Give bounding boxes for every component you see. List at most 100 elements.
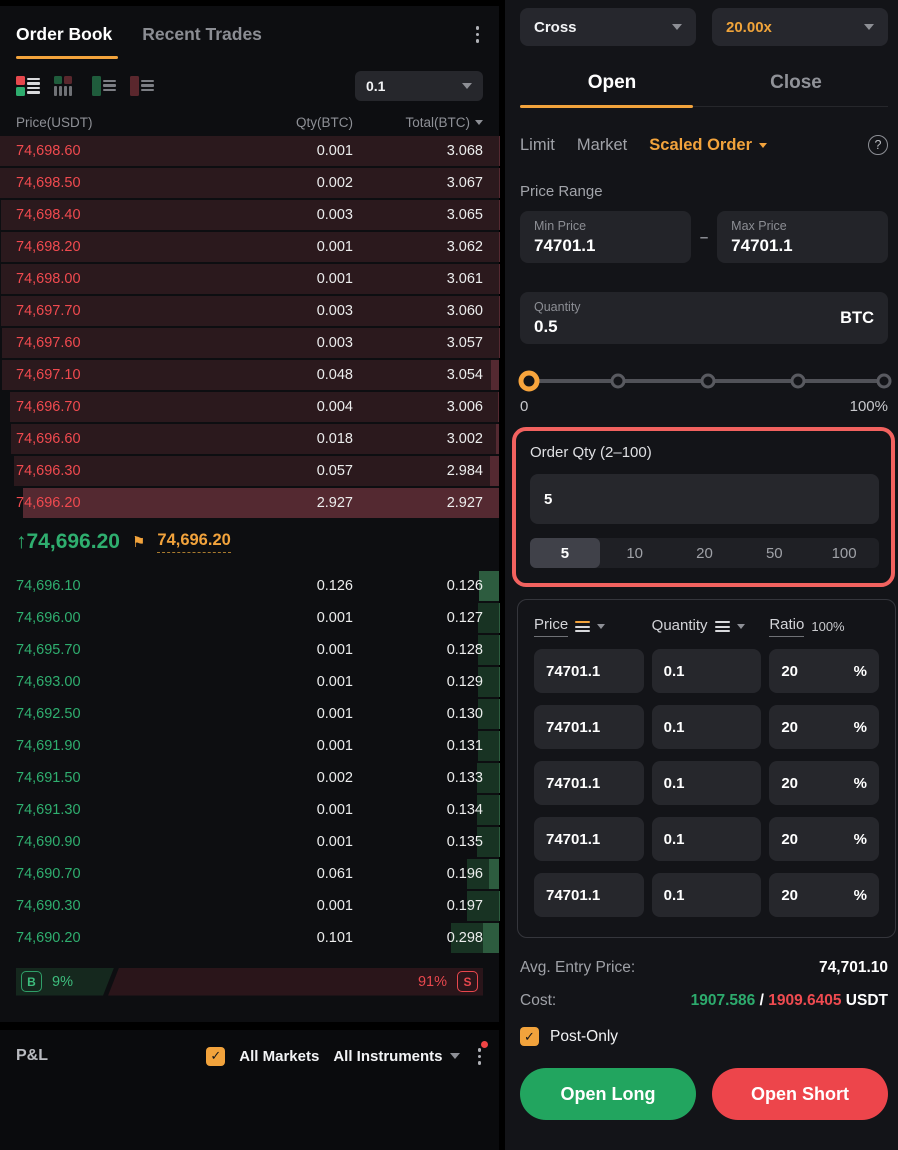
- scaled-price-input[interactable]: 74701.1: [534, 761, 644, 805]
- total-column-header[interactable]: Total(BTC): [353, 115, 483, 130]
- ask-row[interactable]: 74,696.60 0.018 3.002: [0, 423, 499, 455]
- last-price: ↑74,696.20: [16, 530, 120, 554]
- order-qty-preset[interactable]: 100: [809, 538, 879, 568]
- bid-row[interactable]: 74,691.50 0.002 0.133: [0, 762, 499, 794]
- post-only-checkbox[interactable]: ✓: [520, 1027, 539, 1046]
- order-type-market[interactable]: Market: [577, 136, 627, 155]
- margin-mode-select[interactable]: Cross: [520, 8, 696, 46]
- view-bids-only-icon[interactable]: [92, 76, 118, 96]
- ask-row[interactable]: 74,698.50 0.002 3.067: [0, 167, 499, 199]
- order-book-panel: Order Book Recent Trades: [0, 6, 499, 1022]
- ask-qty: 0.003: [166, 207, 353, 223]
- ask-row[interactable]: 74,698.60 0.001 3.068: [0, 135, 499, 167]
- scaled-ratio-input[interactable]: 20 %: [769, 649, 879, 693]
- ask-row[interactable]: 74,698.00 0.001 3.061: [0, 263, 499, 295]
- scaled-order-row: 74701.1 0.1 20 %: [534, 761, 879, 805]
- order-type-row: Limit Market Scaled Order ?: [520, 135, 888, 155]
- scaled-ratio-input[interactable]: 20 %: [769, 873, 879, 917]
- quantity-header-cell[interactable]: Quantity: [652, 617, 762, 637]
- slider-stop-50[interactable]: [700, 374, 715, 389]
- tab-recent-trades[interactable]: Recent Trades: [142, 24, 262, 45]
- bid-row[interactable]: 74,691.90 0.001 0.131: [0, 730, 499, 762]
- bid-row[interactable]: 74,690.30 0.001 0.197: [0, 890, 499, 922]
- bid-row[interactable]: 74,696.00 0.001 0.127: [0, 602, 499, 634]
- ask-row[interactable]: 74,696.70 0.004 3.006: [0, 391, 499, 423]
- view-depth-columns-icon[interactable]: [54, 76, 80, 96]
- tab-open[interactable]: Open: [520, 72, 704, 94]
- cost-long-value: 1907.586: [691, 992, 756, 1009]
- bid-row[interactable]: 74,690.90 0.001 0.135: [0, 826, 499, 858]
- all-markets-checkbox[interactable]: ✓: [206, 1047, 225, 1066]
- tab-close[interactable]: Close: [704, 72, 888, 94]
- order-qty-preset[interactable]: 10: [600, 538, 670, 568]
- order-qty-input[interactable]: 5: [530, 474, 879, 524]
- help-icon[interactable]: ?: [868, 135, 888, 155]
- mark-price[interactable]: 74,696.20: [157, 531, 230, 553]
- max-price-input[interactable]: Max Price 74701.1: [717, 211, 888, 263]
- bid-row[interactable]: 74,691.30 0.001 0.134: [0, 794, 499, 826]
- bid-row[interactable]: 74,693.00 0.001 0.129: [0, 666, 499, 698]
- tab-order-book[interactable]: Order Book: [16, 24, 112, 45]
- ask-qty: 0.004: [166, 399, 353, 415]
- scaled-price-input[interactable]: 74701.1: [534, 817, 644, 861]
- ask-row[interactable]: 74,697.10 0.048 3.054: [0, 359, 499, 391]
- leverage-select[interactable]: 20.00x: [712, 8, 888, 46]
- ask-price: 74,698.50: [16, 175, 166, 191]
- slider-stop-100[interactable]: [877, 374, 892, 389]
- cost-row: Cost: 1907.586 / 1909.6405 USDT: [520, 992, 888, 1010]
- bid-row[interactable]: 74,695.70 0.001 0.128: [0, 634, 499, 666]
- ask-total: 2.927: [353, 495, 483, 511]
- scaled-qty-input[interactable]: 0.1: [652, 649, 762, 693]
- bid-qty: 0.001: [166, 610, 353, 626]
- scaled-ratio-input[interactable]: 20 %: [769, 817, 879, 861]
- scaled-price-input[interactable]: 74701.1: [534, 649, 644, 693]
- quantity-slider[interactable]: [520, 370, 888, 392]
- scaled-qty-input[interactable]: 0.1: [652, 817, 762, 861]
- slider-handle[interactable]: [519, 371, 540, 392]
- bid-row[interactable]: 74,690.70 0.061 0.196: [0, 858, 499, 890]
- sell-badge: S: [457, 971, 478, 992]
- ask-row[interactable]: 74,698.40 0.003 3.065: [0, 199, 499, 231]
- tick-size-select[interactable]: 0.1: [355, 71, 483, 101]
- bid-total: 0.135: [353, 834, 483, 850]
- ask-row[interactable]: 74,698.20 0.001 3.062: [0, 231, 499, 263]
- open-long-button[interactable]: Open Long: [520, 1068, 696, 1120]
- scaled-qty-input[interactable]: 0.1: [652, 873, 762, 917]
- scaled-price-input[interactable]: 74701.1: [534, 705, 644, 749]
- order-type-limit[interactable]: Limit: [520, 136, 555, 155]
- order-type-scaled[interactable]: Scaled Order: [649, 136, 767, 155]
- view-asks-only-icon[interactable]: [130, 76, 156, 96]
- ask-row[interactable]: 74,696.30 0.057 2.984: [0, 455, 499, 487]
- slider-stop-75[interactable]: [790, 374, 805, 389]
- scaled-qty-input[interactable]: 0.1: [652, 705, 762, 749]
- order-book-menu-icon[interactable]: [472, 22, 484, 47]
- quantity-input[interactable]: Quantity 0.5 BTC: [520, 292, 888, 344]
- slider-stop-25[interactable]: [610, 374, 625, 389]
- ask-row[interactable]: 74,697.70 0.003 3.060: [0, 295, 499, 327]
- order-qty-preset[interactable]: 50: [739, 538, 809, 568]
- all-instruments-select[interactable]: All Instruments: [333, 1048, 459, 1065]
- view-combined-book-icon[interactable]: [16, 76, 42, 96]
- ask-row[interactable]: 74,697.60 0.003 3.057: [0, 327, 499, 359]
- scaled-ratio-input[interactable]: 20 %: [769, 705, 879, 749]
- pnl-menu-icon[interactable]: [474, 1044, 486, 1069]
- bid-price: 74,690.30: [16, 898, 166, 914]
- order-qty-preset[interactable]: 5: [530, 538, 600, 568]
- bid-total: 0.196: [353, 866, 483, 882]
- chevron-down-icon: [462, 83, 472, 89]
- bid-row[interactable]: 74,690.20 0.101 0.298: [0, 922, 499, 954]
- ratio-header-label: Ratio: [769, 616, 804, 637]
- price-range-label: Price Range: [520, 183, 888, 200]
- scaled-ratio-input[interactable]: 20 %: [769, 761, 879, 805]
- bid-row[interactable]: 74,696.10 0.126 0.126: [0, 570, 499, 602]
- scaled-price-input[interactable]: 74701.1: [534, 873, 644, 917]
- bid-qty: 0.001: [166, 898, 353, 914]
- price-header-cell[interactable]: Price: [534, 616, 644, 637]
- open-short-button[interactable]: Open Short: [712, 1068, 888, 1120]
- min-price-input[interactable]: Min Price 74701.1: [520, 211, 691, 263]
- scaled-qty-input[interactable]: 0.1: [652, 761, 762, 805]
- order-qty-preset[interactable]: 20: [670, 538, 740, 568]
- bid-row[interactable]: 74,692.50 0.001 0.130: [0, 698, 499, 730]
- ask-row[interactable]: 74,696.20 2.927 2.927: [0, 487, 499, 519]
- ask-total: 3.054: [353, 367, 483, 383]
